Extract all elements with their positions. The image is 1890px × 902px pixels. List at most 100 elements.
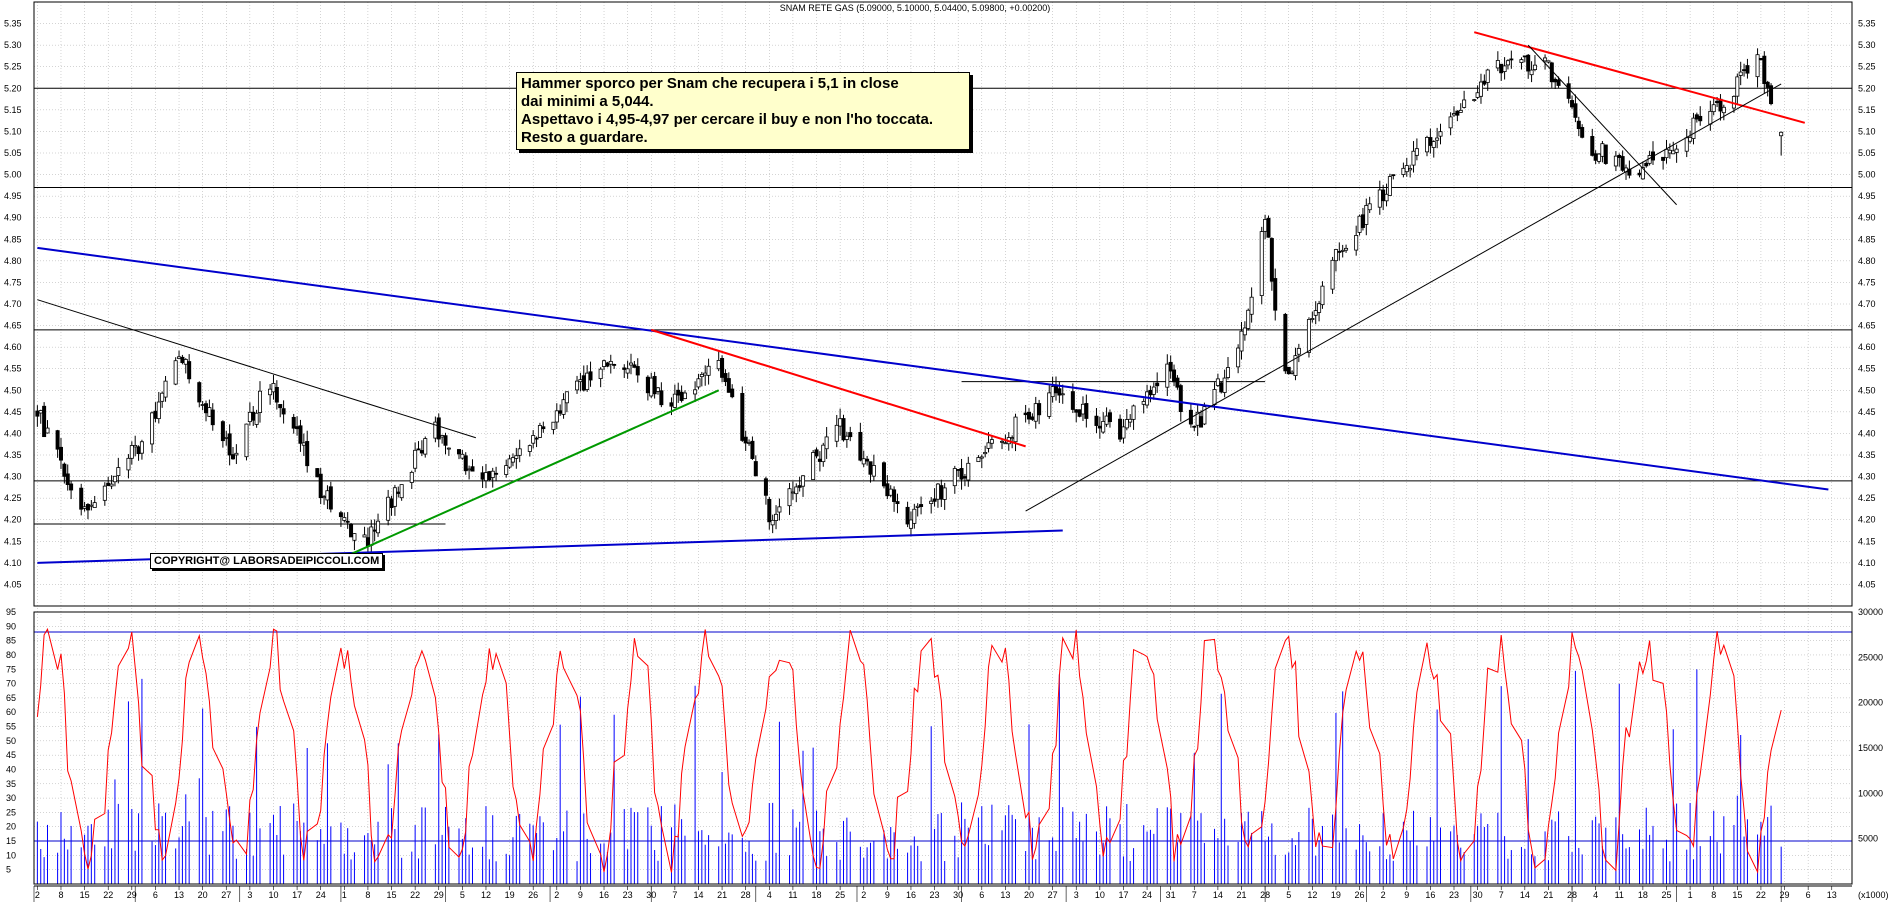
candle-body — [676, 389, 681, 396]
candle-body — [1249, 296, 1254, 315]
price-tick-label-right: 5.15 — [1858, 105, 1876, 115]
candle-body — [150, 412, 155, 445]
day-tick-label: 8 — [365, 890, 370, 900]
candle-body — [112, 475, 117, 483]
price-tick-label-right: 4.50 — [1858, 385, 1876, 395]
candle-body — [1425, 136, 1430, 153]
day-tick-label: 24 — [316, 890, 326, 900]
day-tick-label: 19 — [505, 890, 515, 900]
candle-body — [885, 483, 890, 497]
price-tick-label-right: 4.95 — [1858, 191, 1876, 201]
day-tick-label: 17 — [292, 890, 302, 900]
candle-body — [1151, 386, 1156, 395]
candle-body — [480, 472, 485, 480]
candle-body — [160, 392, 165, 402]
osc-tick-label: 45 — [6, 750, 16, 760]
candle-body — [1401, 167, 1406, 175]
price-tick-label-right: 5.25 — [1858, 62, 1876, 72]
price-tick-label-left: 4.55 — [4, 364, 22, 374]
candle-body — [1333, 249, 1338, 262]
candle-body — [561, 399, 566, 415]
osc-tick-label: 25 — [6, 807, 16, 817]
candle-body — [774, 513, 779, 521]
candle-body — [905, 506, 910, 525]
candle-body — [1222, 377, 1227, 393]
candle-body — [834, 424, 839, 442]
price-tick-label-right: 4.10 — [1858, 558, 1876, 568]
candle-body — [1613, 155, 1618, 167]
candle-body — [183, 359, 188, 365]
candle-body — [1286, 366, 1291, 375]
candle-body — [1165, 363, 1170, 388]
volume-tick-label: 20000 — [1858, 698, 1883, 708]
day-tick-label: 19 — [1331, 890, 1341, 900]
candle-body — [1485, 69, 1490, 83]
candle-body — [1637, 172, 1642, 176]
candle-body — [271, 383, 276, 393]
day-tick-label: 22 — [103, 890, 113, 900]
candle-body — [298, 425, 303, 444]
day-tick-label: 2 — [1381, 890, 1386, 900]
candle-body — [1428, 137, 1433, 146]
candle-body — [1037, 403, 1042, 416]
price-tick-label-right: 5.30 — [1858, 40, 1876, 50]
day-tick-label: 16 — [599, 890, 609, 900]
osc-tick-label: 85 — [6, 636, 16, 646]
candle-body — [1573, 103, 1578, 118]
candle-body — [1384, 193, 1389, 202]
candle-body — [1003, 442, 1008, 445]
candle-body — [106, 482, 111, 486]
day-tick-label: 8 — [58, 890, 63, 900]
candle-body — [58, 446, 63, 461]
candle-body — [956, 469, 961, 471]
candle-body — [1745, 65, 1750, 74]
candle-body — [210, 409, 215, 426]
candle-body — [1455, 110, 1460, 116]
price-tick-label-left: 4.40 — [4, 428, 22, 438]
candle-body — [811, 452, 816, 480]
candle-body — [682, 392, 687, 400]
candle-body — [1765, 81, 1770, 88]
candle-body — [1263, 219, 1268, 232]
candle-body — [912, 508, 917, 524]
price-tick-label-right: 4.40 — [1858, 428, 1876, 438]
price-tick-label-right: 4.45 — [1858, 407, 1876, 417]
candle-body — [1246, 309, 1251, 329]
price-tick-label-right: 5.35 — [1858, 19, 1876, 29]
candle-body — [1478, 81, 1483, 97]
volume-tick-label: 10000 — [1858, 788, 1883, 798]
candle-body — [372, 529, 377, 532]
candle-body — [79, 487, 84, 510]
osc-tick-label: 90 — [6, 621, 16, 631]
price-tick-label-right: 5.10 — [1858, 126, 1876, 136]
candle-body — [1000, 440, 1005, 443]
candle-body — [129, 445, 134, 459]
day-tick-label: 27 — [1048, 890, 1058, 900]
candle-body — [315, 468, 320, 478]
candle-body — [1566, 83, 1571, 99]
osc-tick-label: 60 — [6, 707, 16, 717]
candle-body — [1597, 153, 1602, 162]
price-tick-label-left: 4.65 — [4, 321, 22, 331]
candle-body — [1505, 60, 1510, 66]
candle-body — [1758, 57, 1763, 61]
candle-body — [1128, 418, 1133, 423]
day-tick-label: 7 — [672, 890, 677, 900]
price-tick-label-right: 5.05 — [1858, 148, 1876, 158]
candle-body — [801, 475, 806, 487]
candle-body — [173, 360, 178, 385]
candle-body — [558, 410, 563, 414]
candle-body — [1617, 154, 1622, 158]
candle-body — [153, 410, 158, 419]
candle-body — [908, 519, 913, 529]
note-line: Resto a guardare. — [521, 129, 648, 146]
candle-body — [1435, 137, 1440, 141]
candle-body — [1546, 60, 1551, 63]
candle-body — [1124, 419, 1129, 429]
day-tick-label: 24 — [1142, 890, 1152, 900]
candle-body — [979, 456, 984, 459]
day-tick-label: 11 — [1615, 890, 1624, 900]
candle-body — [244, 423, 249, 458]
day-tick-label: 13 — [1827, 890, 1837, 900]
candle-body — [1688, 136, 1693, 142]
